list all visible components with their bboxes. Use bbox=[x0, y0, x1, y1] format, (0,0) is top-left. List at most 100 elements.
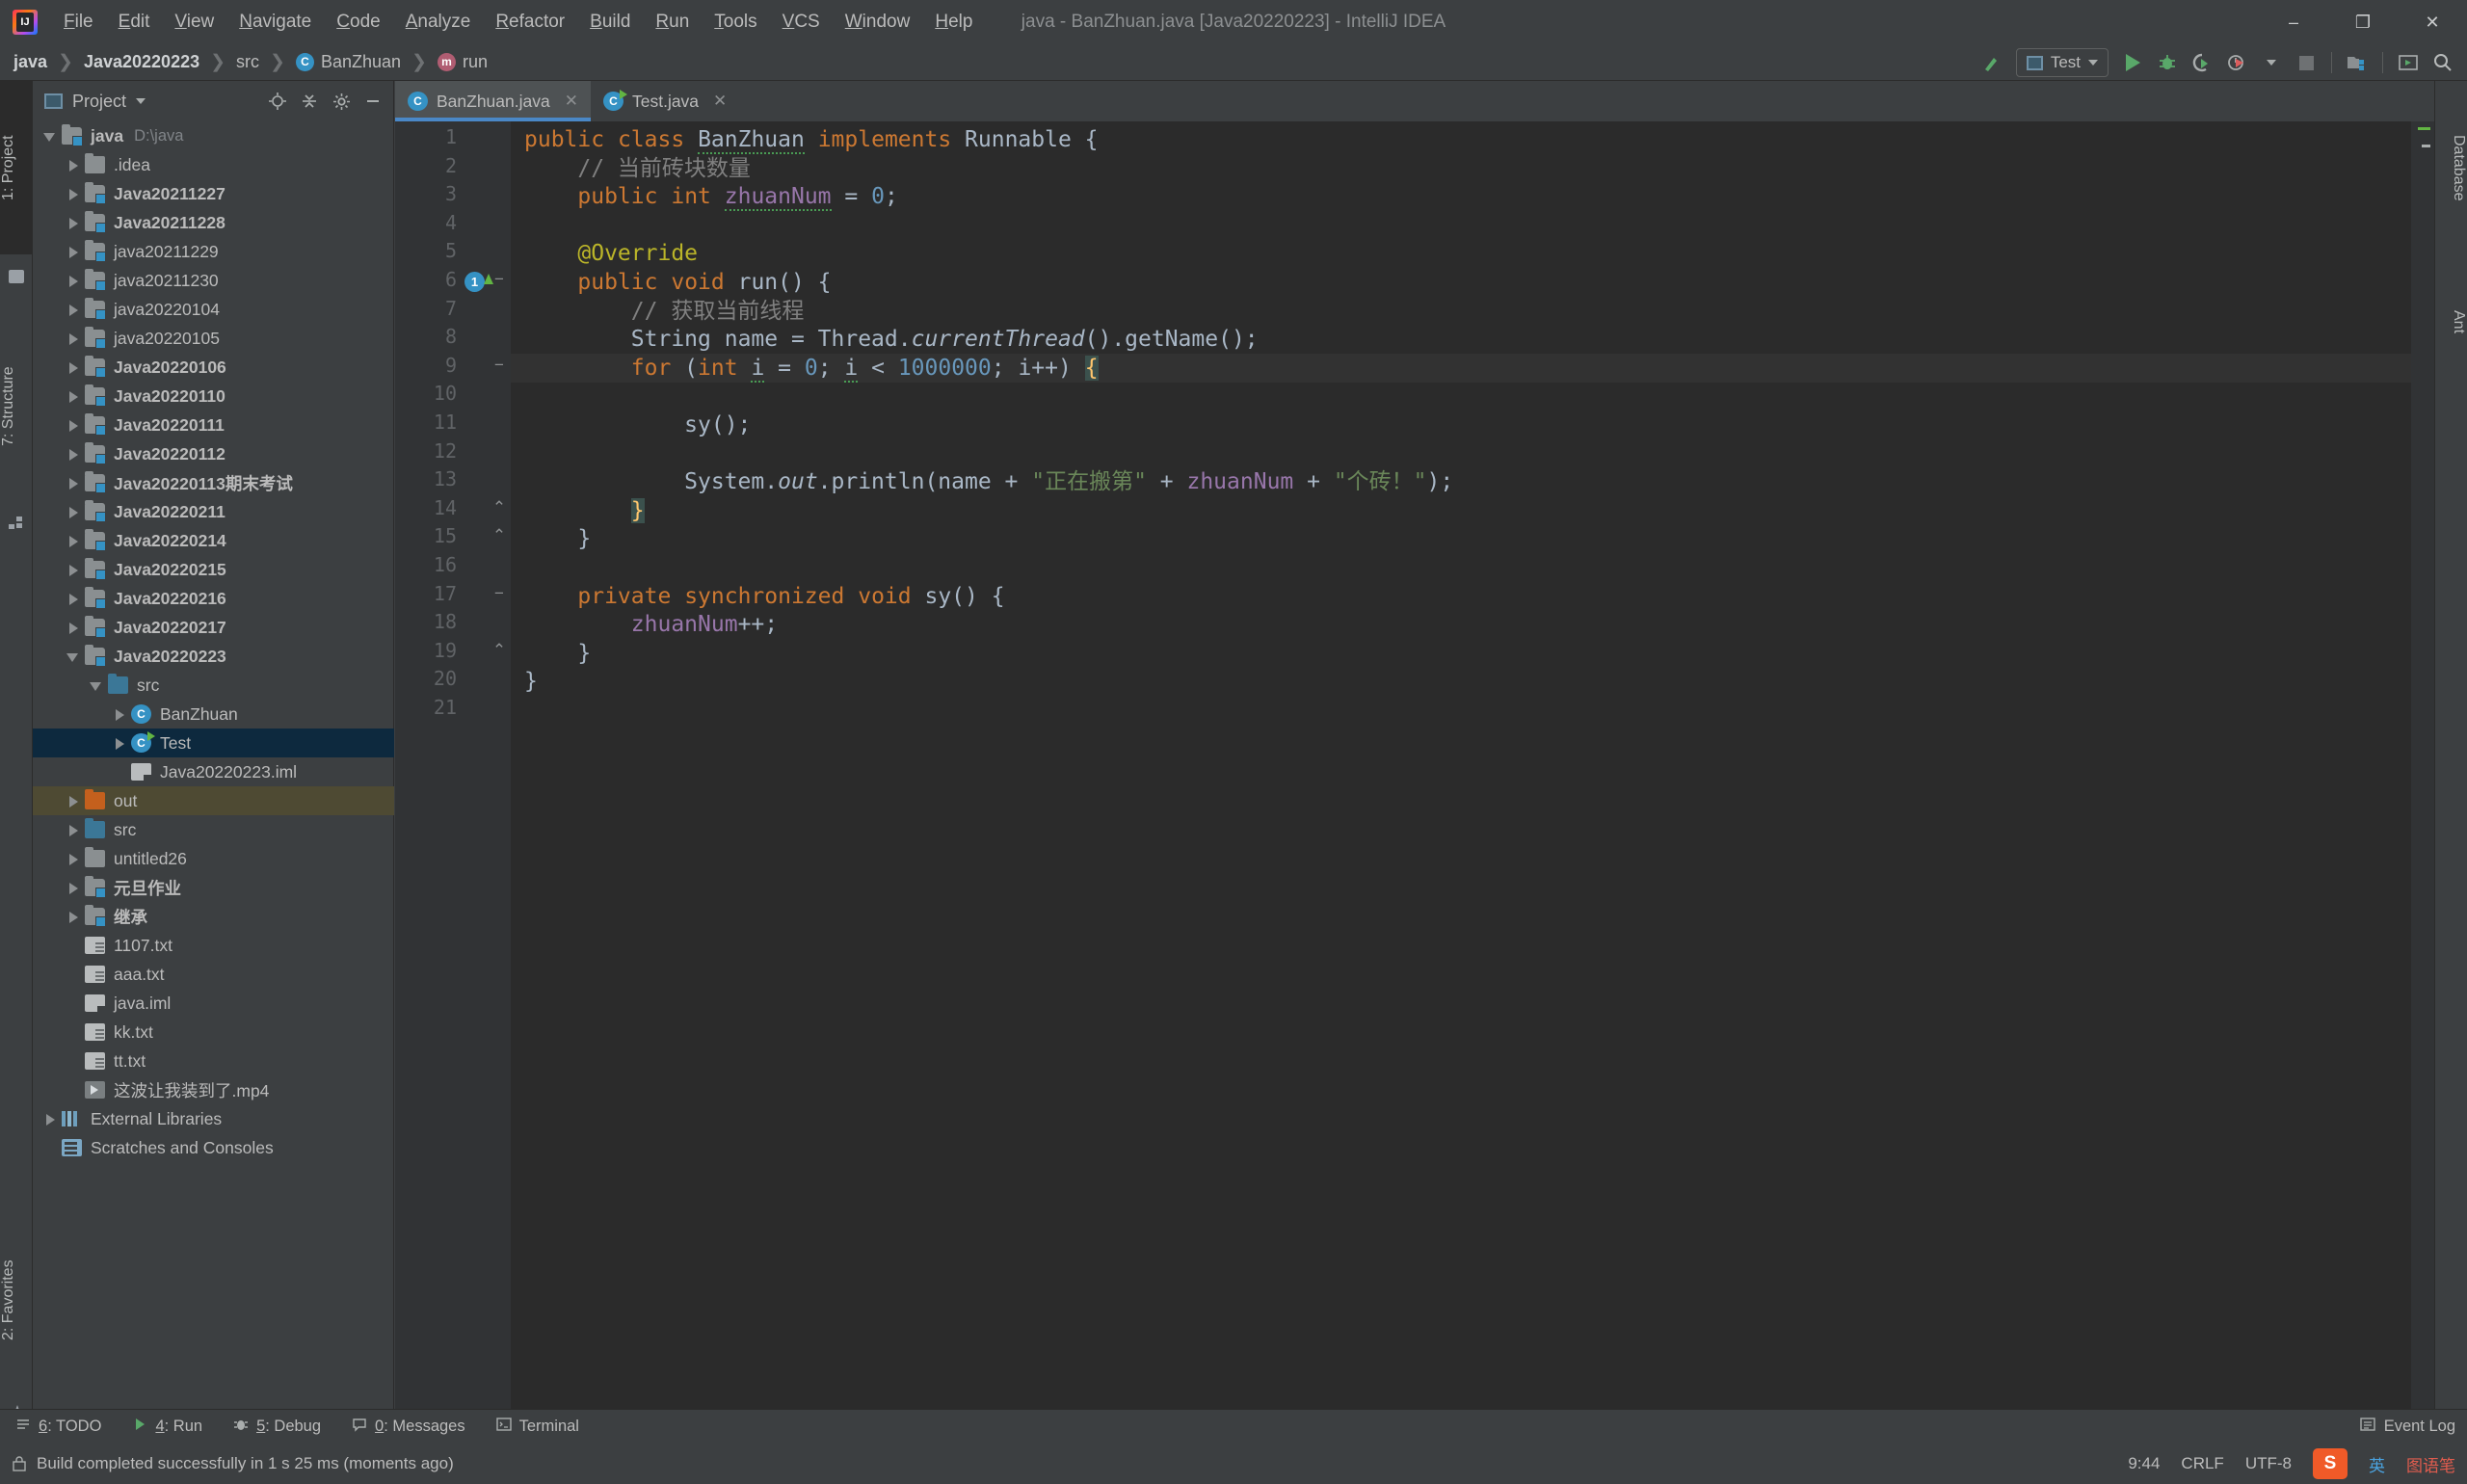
breadcrumb-item-java[interactable]: java bbox=[13, 52, 47, 72]
tree-item-java20220211[interactable]: Java20220211 bbox=[33, 497, 394, 526]
editor-marker-gutter[interactable] bbox=[2411, 121, 2434, 1428]
chevron-right-icon[interactable] bbox=[66, 244, 81, 259]
tree-item-java20220223[interactable]: Java20220223 bbox=[33, 642, 394, 671]
code-fold-icon[interactable]: − bbox=[491, 271, 507, 288]
tree-item-java20211230[interactable]: java20211230 bbox=[33, 266, 394, 295]
sidebar-item-database[interactable]: Database bbox=[2434, 91, 2467, 245]
tree-item-java20220216[interactable]: Java20220216 bbox=[33, 584, 394, 613]
code-fold-icon[interactable]: ⌃ bbox=[491, 642, 507, 659]
project-tree[interactable]: java D:\java .idea Java20211227 Java20211228… bbox=[33, 121, 394, 1428]
tree-item-1107.txt[interactable]: 1107.txt bbox=[33, 931, 394, 960]
chevron-right-icon[interactable] bbox=[66, 822, 81, 837]
event-log-entry[interactable]: Event Log bbox=[2359, 1417, 2455, 1437]
tree-item-.idea[interactable]: .idea bbox=[33, 150, 394, 179]
tree-item-kk.txt[interactable]: kk.txt bbox=[33, 1018, 394, 1047]
updates-button[interactable] bbox=[2392, 48, 2425, 77]
tree-item-java20220112[interactable]: Java20220112 bbox=[33, 439, 394, 468]
code-fold-icon[interactable]: ⌃ bbox=[491, 527, 507, 544]
tree-item-java20211229[interactable]: java20211229 bbox=[33, 237, 394, 266]
bottom-tab-4run[interactable]: 4: Run bbox=[117, 1417, 218, 1437]
locate-icon[interactable] bbox=[267, 91, 288, 112]
tree-item-scratchesandconsoles[interactable]: Scratches and Consoles bbox=[33, 1133, 394, 1162]
tree-item-java20220110[interactable]: Java20220110 bbox=[33, 382, 394, 411]
chevron-right-icon[interactable] bbox=[112, 735, 127, 751]
menu-item-build[interactable]: Build bbox=[577, 8, 643, 37]
tree-item-.mp4[interactable]: 这波让我装到了.mp4 bbox=[33, 1075, 394, 1104]
profiler-dropdown[interactable] bbox=[2255, 48, 2288, 77]
menu-item-view[interactable]: View bbox=[162, 8, 226, 37]
file-encoding[interactable]: UTF-8 bbox=[2245, 1454, 2292, 1473]
chevron-right-icon[interactable] bbox=[66, 909, 81, 924]
menu-item-code[interactable]: Code bbox=[324, 8, 392, 37]
tree-item-src[interactable]: src bbox=[33, 671, 394, 700]
tree-item-java20220111[interactable]: Java20220111 bbox=[33, 411, 394, 439]
tree-item-untitled26[interactable]: untitled26 bbox=[33, 844, 394, 873]
tree-item-java20211228[interactable]: Java20211228 bbox=[33, 208, 394, 237]
run-button[interactable] bbox=[2116, 48, 2149, 77]
run-configuration-selector[interactable]: Test bbox=[2015, 48, 2109, 77]
tree-item-java20220223.iml[interactable]: Java20220223.iml bbox=[33, 757, 394, 786]
tree-item-test[interactable]: C Test bbox=[33, 729, 394, 757]
tree-item-java20220106[interactable]: Java20220106 bbox=[33, 353, 394, 382]
chevron-right-icon[interactable] bbox=[66, 359, 81, 375]
bottom-tab-0messages[interactable]: 0: Messages bbox=[336, 1417, 481, 1437]
debug-button[interactable] bbox=[2151, 48, 2184, 77]
maximize-button[interactable]: ❐ bbox=[2328, 0, 2398, 44]
chevron-right-icon[interactable] bbox=[66, 504, 81, 519]
chevron-right-icon[interactable] bbox=[66, 591, 81, 606]
tree-item-java.iml[interactable]: java.iml bbox=[33, 989, 394, 1018]
stop-button[interactable] bbox=[2290, 48, 2322, 77]
menu-item-refactor[interactable]: Refactor bbox=[483, 8, 577, 37]
hide-icon[interactable] bbox=[362, 91, 384, 112]
chevron-right-icon[interactable] bbox=[66, 273, 81, 288]
chevron-right-icon[interactable] bbox=[66, 331, 81, 346]
sidebar-item-ant[interactable]: Ant bbox=[2434, 283, 2467, 360]
bottom-tab-6todo[interactable]: 6: TODO bbox=[0, 1417, 117, 1437]
chevron-down-icon[interactable] bbox=[42, 128, 58, 144]
chevron-right-icon[interactable] bbox=[42, 1111, 58, 1126]
breadcrumb-item-java20220223[interactable]: Java20220223 bbox=[84, 52, 199, 72]
tree-item-src[interactable]: src bbox=[33, 815, 394, 844]
code-editor[interactable]: 1 2 3 4 5 6 7 8 9 10 11 12 13 14 15 16 17 18 19 20 21 1− − ⌃ ⌃ − ⌃… bbox=[395, 121, 2434, 1428]
chevron-right-icon[interactable] bbox=[66, 302, 81, 317]
tree-item-banzhuan[interactable]: C BanZhuan bbox=[33, 700, 394, 729]
editor-tab-banzhuan-java[interactable]: C BanZhuan.java ✕ bbox=[395, 81, 591, 121]
code-fold-icon[interactable]: ⌃ bbox=[491, 499, 507, 517]
chevron-right-icon[interactable] bbox=[66, 475, 81, 490]
tree-item-java20220105[interactable]: java20220105 bbox=[33, 324, 394, 353]
chevron-right-icon[interactable] bbox=[66, 793, 81, 808]
build-icon[interactable] bbox=[1976, 48, 2008, 77]
tree-item-java20220217[interactable]: Java20220217 bbox=[33, 613, 394, 642]
tree-item-java20211227[interactable]: Java20211227 bbox=[33, 179, 394, 208]
menu-item-help[interactable]: Help bbox=[922, 8, 985, 37]
breadcrumb-item-run[interactable]: m run bbox=[437, 52, 488, 72]
chevron-right-icon[interactable] bbox=[66, 851, 81, 866]
editor-gutter[interactable]: 1 2 3 4 5 6 7 8 9 10 11 12 13 14 15 16 17 18 19 20 21 1− − ⌃ ⌃ − ⌃ bbox=[395, 121, 511, 1428]
close-icon[interactable]: ✕ bbox=[713, 92, 727, 111]
ime-language-indicator[interactable]: 英 bbox=[2369, 1452, 2385, 1476]
tree-item-java20220104[interactable]: java20220104 bbox=[33, 295, 394, 324]
chevron-down-icon[interactable] bbox=[89, 677, 104, 693]
menu-item-file[interactable]: File bbox=[51, 8, 106, 37]
tree-item-java20220214[interactable]: Java20220214 bbox=[33, 526, 394, 555]
bottom-tab-5debug[interactable]: 5: Debug bbox=[218, 1417, 336, 1437]
editor-tab-test-java[interactable]: C Test.java ✕ bbox=[590, 81, 740, 121]
caret-position[interactable]: 9:44 bbox=[2128, 1454, 2160, 1473]
tree-item-[interactable]: 元旦作业 bbox=[33, 873, 394, 902]
tree-item-externallibraries[interactable]: External Libraries bbox=[33, 1104, 394, 1133]
chevron-right-icon[interactable] bbox=[112, 706, 127, 722]
menu-item-vcs[interactable]: VCS bbox=[770, 8, 833, 37]
tree-item-out[interactable]: out bbox=[33, 786, 394, 815]
menu-item-navigate[interactable]: Navigate bbox=[226, 8, 324, 37]
menu-item-run[interactable]: Run bbox=[643, 8, 702, 37]
menu-item-analyze[interactable]: Analyze bbox=[393, 8, 484, 37]
line-separator[interactable]: CRLF bbox=[2181, 1454, 2223, 1473]
code-text[interactable]: public class BanZhuan implements Runnabl… bbox=[511, 121, 2434, 1428]
tree-item-java[interactable]: java D:\java bbox=[33, 121, 394, 150]
chevron-right-icon[interactable] bbox=[66, 620, 81, 635]
bottom-tab-terminal[interactable]: Terminal bbox=[481, 1417, 595, 1437]
close-icon[interactable]: ✕ bbox=[565, 92, 578, 111]
tree-item-java20220113[interactable]: Java20220113期末考试 bbox=[33, 468, 394, 497]
sidebar-item-favorites[interactable]: 2: Favorites bbox=[0, 1208, 33, 1391]
override-method-gutter-icon[interactable]: 1 bbox=[464, 272, 485, 292]
